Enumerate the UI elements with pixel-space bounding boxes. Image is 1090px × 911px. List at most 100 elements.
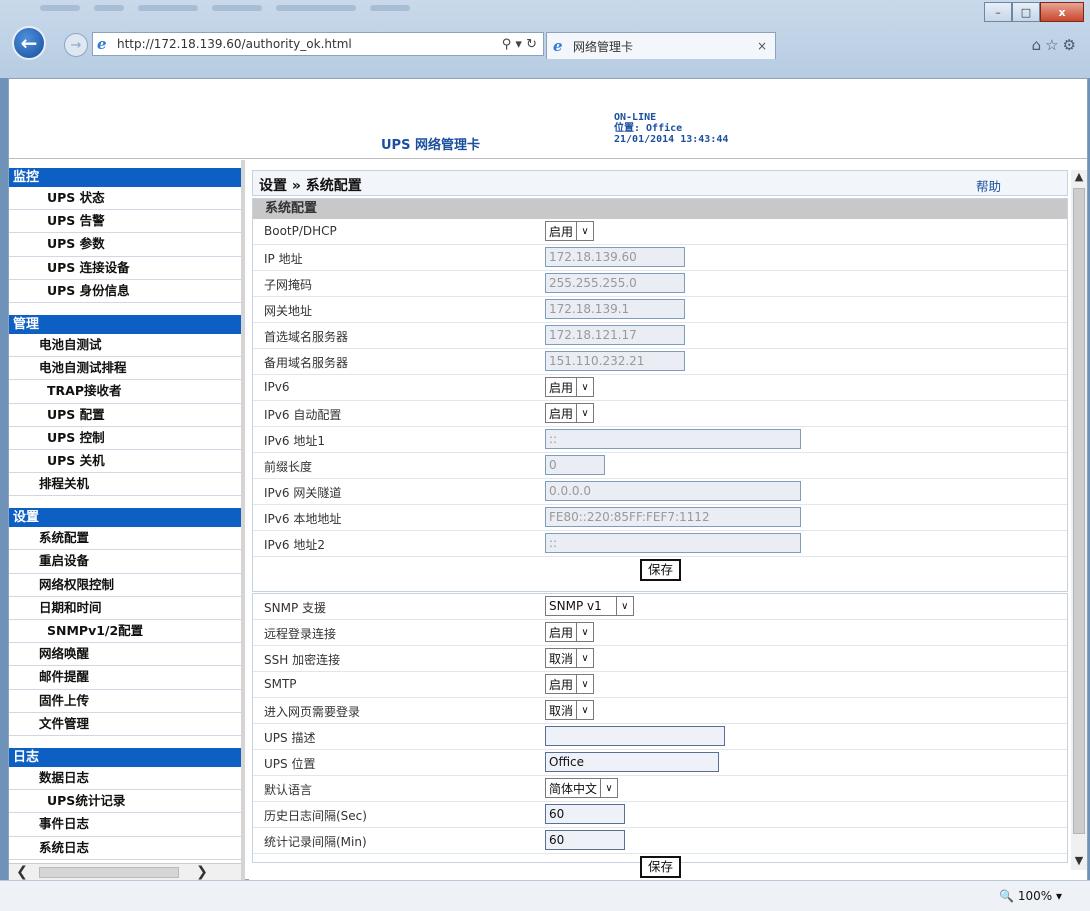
scroll-up-icon[interactable]: ▲ — [1071, 170, 1087, 186]
disabled-text-input: 172.18.139.60 — [545, 247, 685, 267]
minimize-button[interactable]: – — [984, 2, 1012, 22]
sidebar-item[interactable]: 事件日志 — [9, 813, 241, 837]
form-control: 启用 ∨ — [545, 403, 595, 423]
select-dropdown[interactable]: 启用 ∨ — [545, 377, 595, 397]
status-location: 位置: Office — [614, 123, 683, 134]
sidebar-item[interactable]: 固件上传 — [9, 690, 241, 713]
brand-title: UPS 网络管理卡 — [381, 138, 480, 153]
select-dropdown[interactable]: 启用 ∨ — [545, 622, 595, 642]
text-input[interactable]: Office — [545, 752, 719, 772]
sidebar-section-title: 设置 — [9, 508, 241, 528]
select-dropdown[interactable]: SNMP v1 ∨ — [545, 596, 634, 616]
select-dropdown[interactable]: 取消 ∨ — [545, 648, 595, 668]
scroll-right-icon[interactable]: ❯ — [193, 864, 211, 881]
sidebar-item[interactable]: 文件管理 — [9, 713, 241, 736]
form-control: 取消 ∨ — [545, 648, 595, 668]
scroll-down-icon[interactable]: ▼ — [1071, 854, 1087, 870]
zoom-level[interactable]: 🔍 100% ▾ — [999, 889, 1062, 903]
form-label: IPv6 地址1 — [264, 434, 325, 448]
select-dropdown[interactable]: 简体中文 ∨ — [545, 778, 619, 798]
disabled-text-input: 151.110.232.21 — [545, 351, 685, 371]
title-bar-blur — [40, 0, 1040, 12]
chevron-down-icon[interactable]: ∨ — [576, 404, 593, 422]
select-dropdown[interactable]: 启用 ∨ — [545, 403, 595, 423]
sidebar-item[interactable]: UPS 身份信息 — [9, 280, 241, 303]
sidebar-item[interactable]: 日期和时间 — [9, 597, 241, 620]
select-dropdown[interactable]: 启用 ∨ — [545, 221, 595, 241]
star-icon[interactable]: ☆ — [1045, 36, 1062, 54]
sidebar-item[interactable]: 网络权限控制 — [9, 574, 241, 597]
sidebar-item[interactable]: 电池自测试 — [9, 334, 241, 358]
sidebar-item[interactable]: UPS 连接设备 — [9, 257, 241, 280]
sidebar-item[interactable]: 系统配置 — [9, 527, 241, 551]
select-value: 取消 — [549, 703, 574, 718]
sidebar-item[interactable]: TRAP接收者 — [9, 380, 241, 404]
gear-icon[interactable]: ⚙ — [1063, 36, 1080, 54]
sidebar-item[interactable]: 电池自测试排程 — [9, 357, 241, 381]
form-control: 151.110.232.21 — [545, 351, 685, 371]
form-label: UPS 位置 — [264, 757, 316, 771]
sidebar-item[interactable]: UPS 控制 — [9, 427, 241, 450]
chevron-down-icon[interactable]: ∨ — [615, 597, 633, 615]
chevron-down-icon[interactable]: ∨ — [576, 701, 593, 719]
sidebar-item[interactable]: 数据日志 — [9, 767, 241, 791]
save-button-1[interactable]: 保存 — [640, 559, 682, 581]
chevron-down-icon[interactable]: ∨ — [576, 649, 593, 667]
text-input[interactable]: 60 — [545, 804, 625, 824]
tab-close-icon[interactable]: × — [757, 39, 767, 53]
text-input[interactable]: 60 — [545, 830, 625, 850]
close-window-button[interactable]: x — [1040, 2, 1084, 22]
sidebar-item[interactable]: UPS 告警 — [9, 210, 241, 234]
sidebar-item[interactable]: UPS 配置 — [9, 404, 241, 427]
sidebar-item[interactable]: 系统日志 — [9, 837, 241, 860]
ups-status: ON-LINE 位置: Office 21/01/2014 13:43:44 — [614, 112, 728, 145]
form-control: FE80::220:85FF:FEF7:1112 — [545, 507, 801, 527]
chevron-down-icon[interactable]: ∨ — [576, 623, 593, 641]
select-dropdown[interactable]: 启用 ∨ — [545, 674, 595, 694]
form-label: IPv6 自动配置 — [264, 408, 342, 422]
sidebar-item[interactable]: UPS统计记录 — [9, 790, 241, 814]
help-link[interactable]: 帮助 — [976, 176, 1001, 195]
sidebar-item[interactable]: 排程关机 — [9, 473, 241, 497]
panel-title: 系统配置 — [253, 199, 1067, 219]
sidebar-item[interactable]: UPS 参数 — [9, 233, 241, 257]
select-value: 启用 — [549, 625, 574, 640]
chevron-down-icon[interactable]: ∨ — [576, 675, 593, 693]
browser-status-bar: 🔍 100% ▾ — [0, 880, 1090, 911]
disabled-text-input: 0 — [545, 455, 605, 475]
address-bar[interactable]: e http://172.18.139.60/authority_ok.html… — [92, 32, 544, 56]
form-control: 启用 ∨ — [545, 674, 595, 694]
scroll-left-icon[interactable]: ❮ — [13, 864, 31, 881]
sidebar-item[interactable]: 网络唤醒 — [9, 643, 241, 667]
maximize-button[interactable]: □ — [1012, 2, 1040, 22]
vscroll-thumb[interactable] — [1073, 188, 1085, 834]
save-button-2[interactable]: 保存 — [640, 856, 682, 878]
form-label: 前缀长度 — [264, 460, 313, 474]
sidebar-item[interactable]: SNMPv1/2配置 — [9, 620, 241, 644]
disabled-text-input: 255.255.255.0 — [545, 273, 685, 293]
sidebar-item[interactable]: 重启设备 — [9, 550, 241, 574]
vertical-scrollbar[interactable]: ▲ ▼ — [1071, 170, 1087, 870]
text-input[interactable] — [545, 726, 725, 746]
scroll-thumb[interactable] — [39, 867, 179, 878]
select-dropdown[interactable]: 取消 ∨ — [545, 700, 595, 720]
browser-tab[interactable]: e 网络管理卡 × — [546, 32, 776, 59]
sidebar-item[interactable]: UPS 状态 — [9, 187, 241, 211]
sidebar-section-title: 管理 — [9, 314, 241, 334]
sidebar-item[interactable]: 邮件提醒 — [9, 666, 241, 690]
save-row-2: 保存 — [253, 854, 1067, 880]
search-refresh-icons[interactable]: ⚲ ▾ ↻ — [502, 37, 537, 52]
main-content: 设置 » 系统配置 帮助 系统配置 BootP/DHCP 启用 ∨ IP 地址 172.… — [249, 160, 1087, 881]
horizontal-scrollbar[interactable]: ❮ ❯ — [9, 863, 241, 881]
home-icon[interactable]: ⌂ — [1032, 36, 1046, 54]
chevron-down-icon[interactable]: ∨ — [600, 779, 617, 797]
back-button[interactable]: ← — [12, 26, 46, 60]
form-control: 简体中文 ∨ — [545, 778, 619, 798]
forward-button[interactable]: → — [64, 33, 88, 57]
chevron-down-icon[interactable]: ∨ — [576, 222, 593, 240]
form-label: IPv6 地址2 — [264, 538, 325, 552]
chevron-down-icon[interactable]: ∨ — [576, 378, 593, 396]
sidebar-item[interactable]: UPS 关机 — [9, 450, 241, 474]
disabled-text-input: 172.18.139.1 — [545, 299, 685, 319]
form-row: 统计记录间隔(Min) 60 — [253, 828, 1067, 854]
